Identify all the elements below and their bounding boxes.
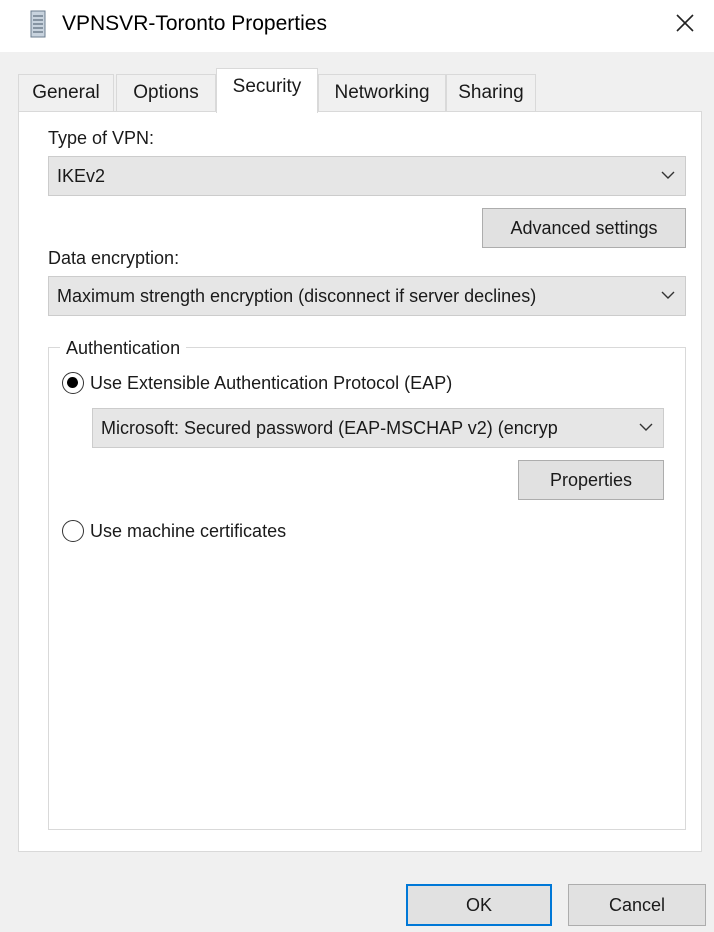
eap-properties-button[interactable]: Properties [518, 460, 664, 500]
ok-button[interactable]: OK [406, 884, 552, 926]
vpn-type-select[interactable]: IKEv2 [48, 156, 686, 196]
vpn-type-value: IKEv2 [57, 166, 106, 186]
tab-general[interactable]: General [18, 74, 114, 112]
tab-networking[interactable]: Networking [318, 74, 446, 112]
close-icon [676, 14, 694, 32]
window-title: VPNSVR-Toronto Properties [62, 12, 327, 35]
data-encryption-label: Data encryption: [48, 248, 180, 268]
chevron-down-icon [639, 423, 653, 431]
machine-cert-radio-option[interactable]: Use machine certificates [62, 520, 286, 542]
authentication-group-title: Authentication [60, 336, 187, 360]
machine-cert-radio-label: Use machine certificates [90, 520, 287, 541]
eap-method-value: Microsoft: Secured password (EAP-MSCHAP … [101, 418, 558, 438]
tab-options[interactable]: Options [116, 74, 216, 112]
close-button[interactable] [668, 6, 702, 40]
eap-radio-button[interactable] [62, 372, 84, 394]
title-bar: VPNSVR-Toronto Properties [0, 0, 714, 52]
eap-method-select[interactable]: Microsoft: Secured password (EAP-MSCHAP … [92, 408, 664, 448]
advanced-settings-button[interactable]: Advanced settings [482, 208, 686, 248]
chevron-down-icon [661, 291, 675, 299]
tab-sharing[interactable]: Sharing [446, 74, 536, 112]
chevron-down-icon [661, 171, 675, 179]
network-connection-icon [30, 10, 46, 38]
vpn-type-label: Type of VPN: [48, 128, 155, 148]
data-encryption-value: Maximum strength encryption (disconnect … [57, 286, 537, 306]
eap-radio-option[interactable]: Use Extensible Authentication Protocol (… [62, 372, 452, 394]
cancel-button[interactable]: Cancel [568, 884, 706, 926]
tab-security[interactable]: Security [216, 68, 318, 113]
eap-radio-label: Use Extensible Authentication Protocol (… [90, 372, 453, 393]
machine-cert-radio-button[interactable] [62, 520, 84, 542]
data-encryption-select[interactable]: Maximum strength encryption (disconnect … [48, 276, 686, 316]
